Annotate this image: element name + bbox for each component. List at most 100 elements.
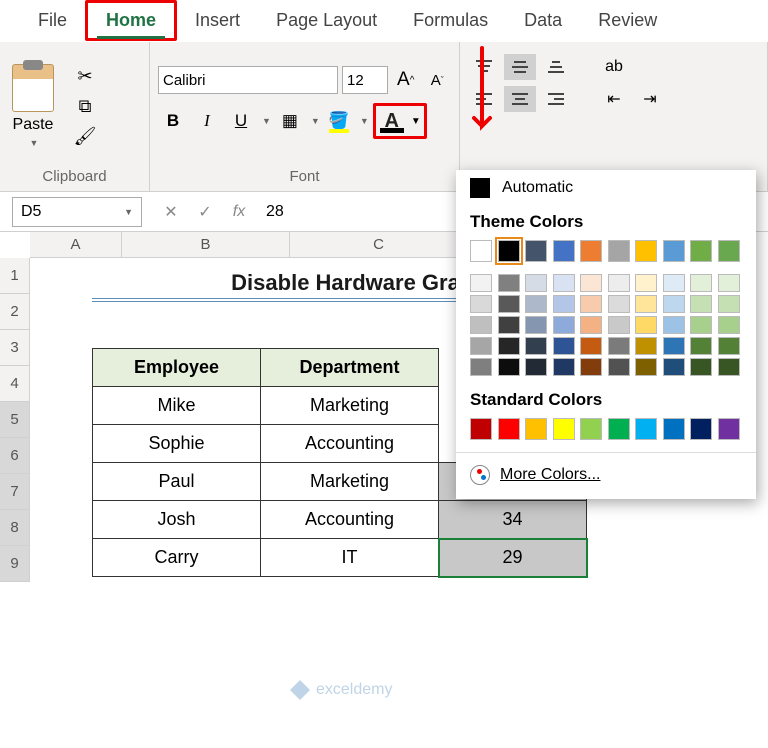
color-swatch[interactable] [580, 418, 602, 440]
color-swatch[interactable] [525, 358, 547, 376]
color-swatch[interactable] [470, 337, 492, 355]
color-swatch[interactable] [608, 316, 630, 334]
color-swatch[interactable] [608, 274, 630, 292]
row-header-8[interactable]: 8 [0, 510, 30, 546]
color-swatch[interactable] [690, 337, 712, 355]
cell-department[interactable]: Accounting [261, 425, 439, 463]
tab-home[interactable]: Home [85, 0, 177, 41]
increase-font-button[interactable]: A^ [392, 65, 420, 95]
color-swatch[interactable] [718, 295, 740, 313]
color-swatch[interactable] [553, 418, 575, 440]
color-swatch[interactable] [580, 316, 602, 334]
row-header-3[interactable]: 3 [0, 330, 30, 366]
color-swatch[interactable] [663, 316, 685, 334]
tab-data[interactable]: Data [506, 0, 580, 41]
header-employee[interactable]: Employee [93, 349, 261, 387]
col-header-a[interactable]: A [30, 232, 122, 258]
cell-department[interactable]: Marketing [261, 463, 439, 501]
align-left-button[interactable] [468, 86, 500, 112]
color-swatch[interactable] [718, 418, 740, 440]
tab-review[interactable]: Review [580, 0, 675, 41]
color-swatch[interactable] [663, 274, 685, 292]
more-colors-option[interactable]: More Colors... [456, 457, 756, 493]
name-box[interactable]: D5▼ [12, 197, 142, 227]
increase-indent-button[interactable]: ⇥ [634, 86, 666, 112]
cell-employee[interactable]: Josh [93, 501, 261, 539]
color-swatch[interactable] [580, 337, 602, 355]
col-header-b[interactable]: B [122, 232, 290, 258]
color-swatch[interactable] [525, 274, 547, 292]
color-swatch[interactable] [690, 274, 712, 292]
cell-employee[interactable]: Carry [93, 539, 261, 577]
automatic-color-option[interactable]: Automatic [456, 170, 756, 206]
color-swatch[interactable] [635, 358, 657, 376]
underline-button[interactable]: U [226, 106, 256, 136]
color-swatch[interactable] [525, 316, 547, 334]
color-swatch[interactable] [635, 295, 657, 313]
color-swatch[interactable] [690, 295, 712, 313]
tab-formulas[interactable]: Formulas [395, 0, 506, 41]
header-department[interactable]: Department [261, 349, 439, 387]
fx-button[interactable]: fx [222, 197, 256, 227]
color-swatch[interactable] [663, 337, 685, 355]
row-header-7[interactable]: 7 [0, 474, 30, 510]
row-header-9[interactable]: 9 [0, 546, 30, 582]
row-header-2[interactable]: 2 [0, 294, 30, 330]
align-bottom-button[interactable] [540, 54, 572, 80]
color-swatch[interactable] [498, 358, 520, 376]
align-right-button[interactable] [540, 86, 572, 112]
cell-age[interactable]: 34 [439, 501, 587, 539]
color-swatch[interactable] [498, 418, 520, 440]
color-swatch[interactable] [635, 274, 657, 292]
cell-employee[interactable]: Mike [93, 387, 261, 425]
color-swatch[interactable] [635, 418, 657, 440]
color-swatch[interactable] [608, 418, 630, 440]
color-swatch[interactable] [470, 274, 492, 292]
cell-age[interactable]: 29 [439, 539, 587, 577]
color-swatch[interactable] [608, 337, 630, 355]
color-swatch[interactable] [580, 274, 602, 292]
cell-employee[interactable]: Sophie [93, 425, 261, 463]
wrap-text-button[interactable]: ab [598, 54, 630, 80]
color-swatch[interactable] [690, 418, 712, 440]
color-swatch[interactable] [718, 316, 740, 334]
color-swatch[interactable] [525, 337, 547, 355]
cancel-formula-button[interactable]: ✕ [154, 197, 188, 227]
color-swatch[interactable] [663, 418, 685, 440]
decrease-indent-button[interactable]: ⇤ [598, 86, 630, 112]
color-swatch[interactable] [498, 240, 520, 262]
color-swatch[interactable] [498, 316, 520, 334]
font-color-dropdown[interactable]: ▼ [408, 106, 424, 136]
cell-department[interactable]: Accounting [261, 501, 439, 539]
color-swatch[interactable] [635, 240, 657, 262]
color-swatch[interactable] [690, 316, 712, 334]
color-swatch[interactable] [553, 240, 575, 262]
tab-insert[interactable]: Insert [177, 0, 258, 41]
borders-button[interactable]: ▦ [275, 106, 305, 136]
color-swatch[interactable] [470, 240, 492, 262]
cell-department[interactable]: IT [261, 539, 439, 577]
color-swatch[interactable] [498, 274, 520, 292]
color-swatch[interactable] [525, 295, 547, 313]
color-swatch[interactable] [525, 240, 547, 262]
format-painter-button[interactable]: 🖌 [72, 125, 98, 147]
color-swatch[interactable] [635, 337, 657, 355]
italic-button[interactable]: I [192, 106, 222, 136]
color-swatch[interactable] [553, 316, 575, 334]
decrease-font-button[interactable]: Aˇ [424, 65, 452, 95]
row-header-5[interactable]: 5 [0, 402, 30, 438]
row-header-1[interactable]: 1 [0, 258, 30, 294]
tab-page-layout[interactable]: Page Layout [258, 0, 395, 41]
color-swatch[interactable] [690, 240, 712, 262]
color-swatch[interactable] [663, 358, 685, 376]
color-swatch[interactable] [580, 358, 602, 376]
color-swatch[interactable] [663, 295, 685, 313]
align-center-button[interactable] [504, 86, 536, 112]
color-swatch[interactable] [608, 240, 630, 262]
paste-button[interactable]: Paste ▼ [8, 60, 58, 152]
color-swatch[interactable] [553, 337, 575, 355]
color-swatch[interactable] [525, 418, 547, 440]
fill-color-button[interactable]: 🪣 [324, 106, 354, 136]
tab-file[interactable]: File [20, 0, 85, 41]
color-swatch[interactable] [608, 295, 630, 313]
